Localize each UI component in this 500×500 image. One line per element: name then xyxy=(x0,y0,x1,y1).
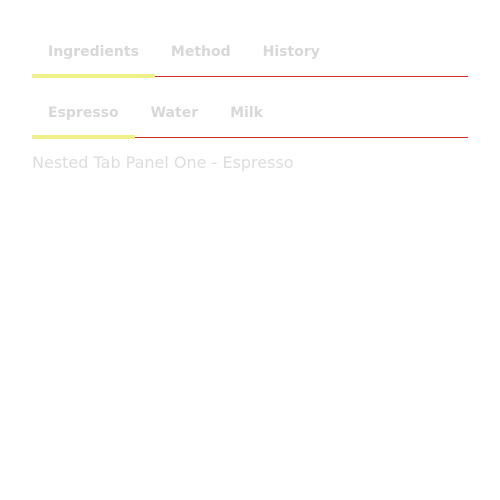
inner-tablist: Espresso Water Milk xyxy=(32,97,468,139)
inner-tabset: Espresso Water Milk xyxy=(32,97,468,139)
tab-water[interactable]: Water xyxy=(135,97,214,137)
outer-tablist: Ingredients Method History xyxy=(32,36,468,78)
tab-panel-text: Nested Tab Panel One - Espresso xyxy=(32,153,294,172)
tab-history[interactable]: History xyxy=(247,36,336,76)
tab-espresso[interactable]: Espresso xyxy=(32,97,135,139)
tab-ingredients[interactable]: Ingredients xyxy=(32,36,155,78)
outer-tabset: Ingredients Method History xyxy=(32,36,468,78)
tab-milk[interactable]: Milk xyxy=(214,97,279,137)
tab-method[interactable]: Method xyxy=(155,36,247,76)
